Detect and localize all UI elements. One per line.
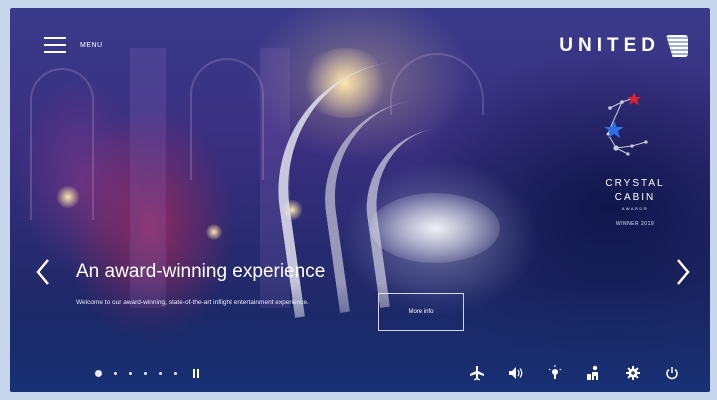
pager-dot[interactable] [129,372,132,375]
pager-dot[interactable] [174,372,177,375]
carousel-pager [95,369,199,378]
settings-button[interactable] [621,363,645,383]
award-winner-year: WINNER 2019 [615,221,655,227]
more-info-button[interactable]: More info [378,293,464,331]
attendant-call-icon [587,365,598,380]
award-title-line2: CABIN [614,192,656,203]
volume-button[interactable] [504,363,528,383]
volume-icon [509,367,523,379]
chevron-right-icon [677,259,690,285]
wall-lamp-light [205,224,223,240]
slide-headline: An award-winning experience [76,261,326,282]
brand-name: UNITED [559,35,660,56]
chevron-left-icon [36,259,49,285]
next-slide-button[interactable] [676,258,690,292]
previous-slide-button[interactable] [36,258,50,292]
power-icon [666,367,678,380]
crystal-cabin-award-badge: CRYSTAL CABIN AWARD® WINNER 2019 [580,90,690,240]
white-glove [370,193,500,263]
flight-info-button[interactable] [465,363,489,383]
reading-light-icon [548,365,562,379]
award-star-constellation-icon [604,92,648,156]
slide-description: Welcome to our award-winning, state-of-t… [76,299,309,306]
hero-screen: MENU UNITED CRYSTAL CABIN AWARD® WINNER … [10,8,710,392]
airplane-icon [470,366,484,381]
united-logo: UNITED [559,35,688,57]
pager-dot[interactable] [114,372,117,375]
menu-label: MENU [80,41,103,49]
background-arch [190,58,264,180]
globe-logo-icon [666,35,688,57]
pager-dot[interactable] [95,370,102,377]
award-title-line1: CRYSTAL [605,178,665,189]
hamburger-icon [44,37,66,53]
pause-icon[interactable] [193,369,199,378]
wall-lamp-light [55,186,81,208]
bottom-toolbar [465,363,684,383]
pager-dot[interactable] [144,372,147,375]
menu-button[interactable]: MENU [44,37,103,53]
reading-light-button[interactable] [543,363,567,383]
power-button[interactable] [660,363,684,383]
award-title-line3: AWARD® [621,206,649,211]
pager-dot[interactable] [159,372,162,375]
settings-gear-icon [626,366,640,380]
attendant-call-button[interactable] [582,363,606,383]
